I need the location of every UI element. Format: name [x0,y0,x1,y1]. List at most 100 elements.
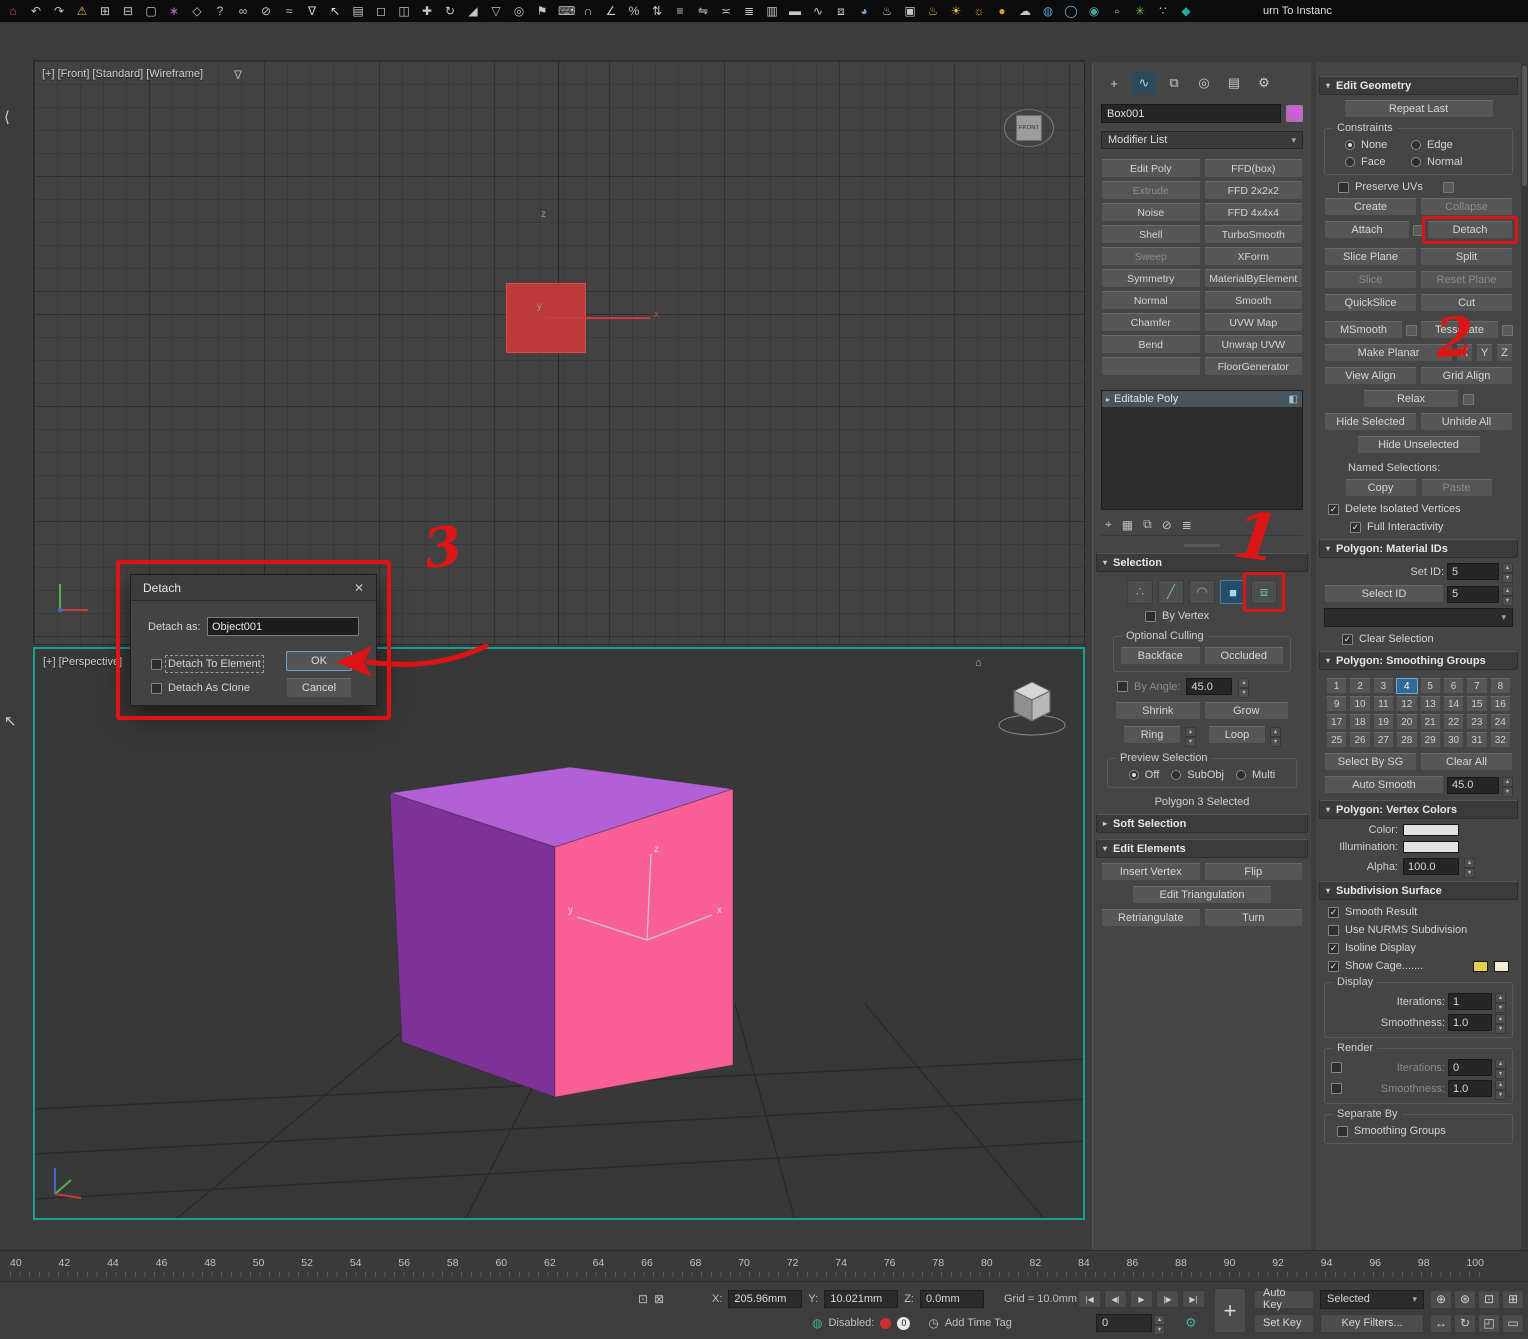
gizmo-x-axis[interactable] [546,317,650,319]
substance-icon[interactable]: ◉ [1087,0,1101,22]
constraint-none-radio[interactable] [1345,140,1355,150]
smoothing-group-button[interactable]: 10 [1349,696,1370,712]
autodesk-app-icon[interactable]: ◆ [1179,0,1193,22]
turn-button[interactable]: Turn [1204,909,1304,927]
grow-button[interactable]: Grow [1204,702,1290,720]
color-swatch[interactable] [1403,824,1459,836]
set-key-button[interactable]: Set Key [1254,1314,1314,1333]
copy-button[interactable]: Copy [1345,479,1417,497]
render-smoothness-value[interactable]: 1.0 [1448,1080,1492,1097]
flip-button[interactable]: Flip [1204,863,1304,881]
use-nurms-checkbox[interactable] [1328,925,1339,936]
display-iterations-value[interactable]: 1 [1448,993,1492,1010]
modifier-button[interactable]: Shell [1101,225,1201,244]
repeat-last-button[interactable]: Repeat Last [1344,100,1494,118]
smoothing-group-button[interactable]: 27 [1373,732,1394,748]
smoothing-group-button[interactable]: 17 [1326,714,1347,730]
create-tab[interactable]: + [1101,72,1127,94]
schematic-view-icon[interactable]: ⧈ [834,0,848,22]
curve-editor-icon[interactable]: ∿ [811,0,825,22]
mirror-icon[interactable]: ⇋ [696,0,710,22]
render-setup-icon[interactable]: ♨ [880,0,894,22]
isoline-checkbox[interactable] [1328,943,1339,954]
edit-triangulation-button[interactable]: Edit Triangulation [1132,886,1272,904]
set-id-spinner[interactable] [1502,563,1513,580]
x-coordinate-field[interactable]: 205.96mm [728,1290,802,1308]
perspective-viewport-label[interactable]: [+] [Perspective] [43,656,122,668]
ring-spinner[interactable] [1185,727,1196,744]
shrink-button[interactable]: Shrink [1115,702,1201,720]
warning-icon[interactable]: ⚠ [75,0,89,22]
select-move-icon[interactable]: ✚ [420,0,434,22]
modifier-button[interactable]: Symmetry [1101,269,1201,288]
backface-button[interactable]: Backface [1120,647,1201,665]
clear-selection-checkbox[interactable] [1342,634,1353,645]
retriangulate-button[interactable]: Retriangulate [1101,909,1201,927]
zoom-icon[interactable]: ⊕ [1430,1290,1452,1309]
environment-icon[interactable]: ☁ [1018,0,1032,22]
preserve-uvs-settings-button[interactable] [1443,182,1454,193]
grid-align-button[interactable]: Grid Align [1420,367,1513,385]
select-id-spinner[interactable] [1502,586,1513,603]
create-key-button[interactable]: + [1214,1288,1246,1333]
rollout-subdivision-header[interactable]: Subdivision Surface [1319,881,1518,900]
walkthrough-icon[interactable]: ▭ [1502,1314,1524,1333]
scene-explorer-icon[interactable]: ≣ [742,0,756,22]
preserve-uvs-checkbox[interactable] [1338,182,1349,193]
next-frame-button[interactable]: |▶ [1156,1290,1179,1308]
render-iterations-spinner[interactable] [1495,1059,1506,1076]
unlink-icon[interactable]: ⊘ [259,0,273,22]
z-coordinate-field[interactable]: 0.0mm [920,1290,984,1308]
view-align-button[interactable]: View Align [1324,367,1417,385]
smoothing-group-button[interactable]: 21 [1420,714,1441,730]
display-iterations-spinner[interactable] [1495,993,1506,1010]
key-filters-button[interactable]: Key Filters... [1320,1314,1424,1333]
polygon-icon[interactable]: ■ [1220,580,1246,604]
maximize-viewport-icon[interactable]: ◰ [1478,1314,1500,1333]
relax-button[interactable]: Relax [1363,390,1459,408]
smoothing-group-button[interactable]: 1 [1326,678,1347,694]
daylight-icon[interactable]: ☼ [972,0,986,22]
bind-spacewarp-icon[interactable]: ≈ [282,0,296,22]
rollout-vertex-colors-header[interactable]: Polygon: Vertex Colors [1319,800,1518,819]
smoothing-group-button[interactable]: 7 [1466,678,1487,694]
select-id-value[interactable]: 5 [1447,586,1499,603]
grid-helper-icon[interactable]: ⊞ [98,0,112,22]
make-planar-button[interactable]: Make Planar [1324,344,1453,362]
preview-off-radio[interactable] [1129,770,1139,780]
smoothing-group-button[interactable]: 2 [1349,678,1370,694]
smoothing-group-button[interactable]: 31 [1466,732,1487,748]
configure-modifier-sets-icon[interactable]: ≣ [1182,518,1192,532]
insert-vertex-button[interactable]: Insert Vertex [1101,863,1201,881]
select-id-button[interactable]: Select ID [1324,585,1444,603]
play-button[interactable]: ▶ [1130,1290,1153,1308]
viewcube-front-face[interactable]: FRONT [1016,115,1042,141]
rollout-smoothing-groups-header[interactable]: Polygon: Smoothing Groups [1319,651,1518,670]
auto-smooth-value[interactable]: 45.0 [1447,777,1499,794]
align-icon[interactable]: ≍ [719,0,733,22]
modifier-button[interactable]: FFD(box) [1204,159,1304,178]
rollout-selection-header[interactable]: Selection [1096,553,1308,572]
modifier-button[interactable]: Edit Poly [1101,159,1201,178]
attach-button[interactable]: Attach [1324,221,1410,239]
smoothing-group-button[interactable]: 32 [1490,732,1511,748]
modifier-button[interactable]: Bend [1101,335,1201,354]
world-icon[interactable]: ◯ [1064,0,1078,22]
stack-item-editable-poly[interactable]: Editable Poly ◧ [1102,391,1302,407]
goto-start-button[interactable]: |◀ [1078,1290,1101,1308]
modifier-button[interactable] [1101,357,1201,376]
motion-tab[interactable]: ◎ [1191,72,1217,94]
scrollbar-thumb[interactable] [1522,66,1527,186]
render-smoothness-spinner[interactable] [1495,1080,1506,1097]
by-angle-checkbox[interactable] [1117,681,1128,692]
percent-snap-icon[interactable]: % [627,0,641,22]
cut-button[interactable]: Cut [1420,294,1513,312]
smoothing-group-button[interactable]: 9 [1326,696,1347,712]
smoothing-group-button[interactable]: 13 [1420,696,1441,712]
use-pivot-icon[interactable]: ◎ [512,0,526,22]
make-unique-icon[interactable]: ⧉ [1143,517,1152,532]
modifier-button[interactable]: FFD 2x2x2 [1204,181,1304,200]
rollout-soft-selection-header[interactable]: Soft Selection [1096,814,1308,833]
modifier-button[interactable]: Smooth [1204,291,1304,310]
smoothing-group-button[interactable]: 8 [1490,678,1511,694]
